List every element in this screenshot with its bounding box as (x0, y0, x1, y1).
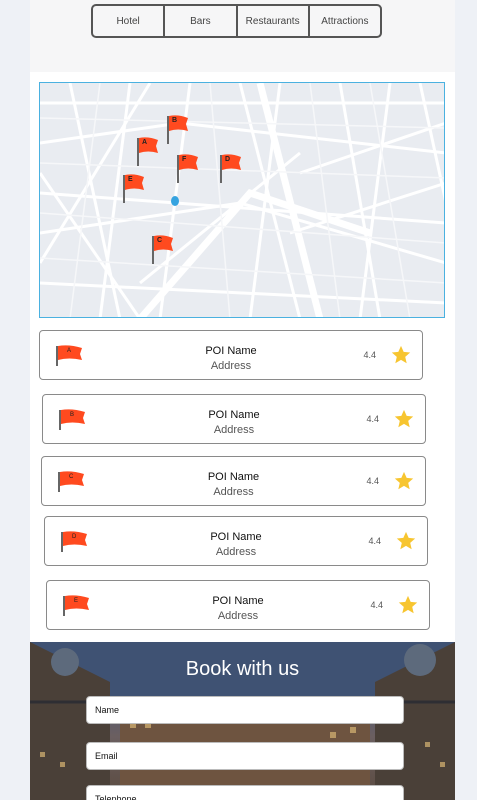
poi-rating: 4.4 (366, 476, 379, 486)
map[interactable]: A B C D E F (39, 82, 445, 318)
star-icon (391, 345, 411, 364)
map-pin-b[interactable]: B (166, 114, 192, 144)
star-icon (394, 471, 414, 490)
poi-address: Address (217, 610, 259, 622)
current-location-icon (171, 196, 179, 206)
email-field[interactable] (86, 742, 404, 770)
poi-card-b[interactable]: B POI Name Address 4.4 (42, 394, 426, 444)
top-bar: Hotel Bars Restaurants Attractions (30, 0, 455, 72)
pin-label: B (172, 117, 178, 124)
poi-address: Address (213, 424, 255, 436)
poi-rating: 4.4 (366, 414, 379, 424)
star-icon (396, 531, 416, 550)
poi-address: Address (215, 546, 257, 558)
map-pin-c[interactable]: C (151, 234, 177, 264)
star-icon (394, 409, 414, 428)
pin-label: A (142, 139, 148, 146)
pin-label: C (157, 237, 163, 244)
star-icon (398, 595, 418, 614)
booking-section: Book with us (30, 642, 455, 800)
pin-label: D (225, 156, 231, 163)
tab-hotel[interactable]: Hotel (93, 6, 166, 36)
pin-label: F (182, 156, 187, 163)
map-pin-e[interactable]: E (122, 173, 148, 203)
tab-bars[interactable]: Bars (165, 6, 238, 36)
tab-attractions[interactable]: Attractions (310, 6, 380, 36)
poi-card-d[interactable]: D POI Name Address 4.4 (44, 516, 428, 566)
pin-label: E (128, 176, 133, 183)
telephone-field[interactable] (86, 785, 404, 800)
page: Hotel Bars Restaurants Attractions A B C… (30, 0, 455, 800)
name-field[interactable] (86, 696, 404, 724)
map-pin-d[interactable]: D (219, 153, 245, 183)
poi-card-e[interactable]: E POI Name Address 4.4 (46, 580, 430, 630)
poi-address: Address (210, 360, 252, 372)
booking-title: Book with us (185, 658, 300, 680)
poi-card-a[interactable]: A POI Name Address 4.4 (39, 330, 423, 380)
poi-card-c[interactable]: C POI Name Address 4.4 (41, 456, 426, 506)
poi-address: Address (213, 486, 254, 498)
poi-rating: 4.4 (363, 350, 376, 360)
poi-rating: 4.4 (370, 600, 383, 610)
map-pin-f[interactable]: F (176, 153, 202, 183)
tab-restaurants[interactable]: Restaurants (238, 6, 310, 36)
map-streets (40, 83, 444, 317)
poi-rating: 4.4 (368, 536, 381, 546)
category-tabs: Hotel Bars Restaurants Attractions (91, 4, 382, 38)
map-pin-a[interactable]: A (136, 136, 162, 166)
